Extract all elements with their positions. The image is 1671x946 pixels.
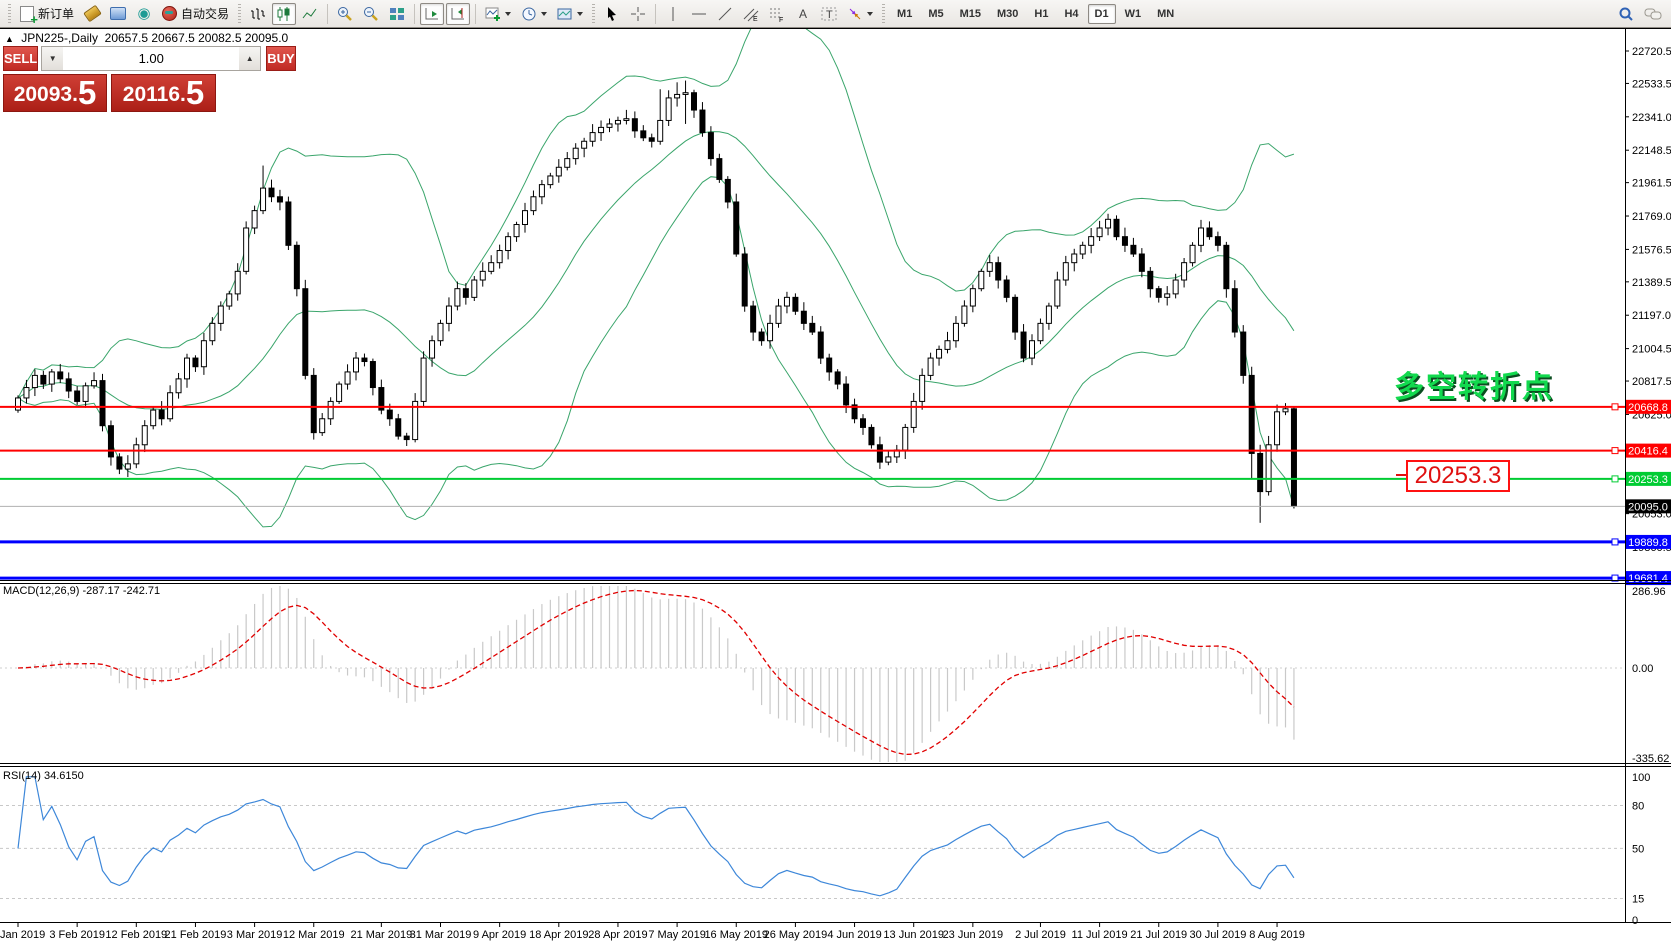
macd-main-value: -287.17 (82, 585, 119, 597)
svg-text:20095.0: 20095.0 (1628, 501, 1668, 513)
svg-text:3 Mar 2019: 3 Mar 2019 (227, 929, 283, 941)
macd-pane-label: MACD(12,26,9) -287.17 -242.71 (3, 585, 160, 597)
ohlc-open: 20657.5 (105, 31, 148, 45)
svg-text:30 Jul 2019: 30 Jul 2019 (1189, 929, 1246, 941)
rsi-value: 34.6150 (44, 770, 84, 782)
svg-text:12 Feb 2019: 12 Feb 2019 (105, 929, 167, 941)
svg-text:3 Feb 2019: 3 Feb 2019 (49, 929, 105, 941)
sell-button[interactable]: SELL (3, 46, 38, 71)
volume-decrease-button[interactable]: ▼ (42, 47, 63, 70)
svg-text:21 Jul 2019: 21 Jul 2019 (1130, 929, 1187, 941)
svg-text:2 Jul 2019: 2 Jul 2019 (1015, 929, 1066, 941)
svg-text:16 May 2019: 16 May 2019 (704, 929, 768, 941)
svg-text:22533.5: 22533.5 (1632, 78, 1671, 90)
chart-title: ▲ JPN225-,Daily 20657.5 20667.5 20082.5 … (5, 31, 288, 45)
svg-text:22148.5: 22148.5 (1632, 145, 1671, 157)
svg-text:28 Apr 2019: 28 Apr 2019 (588, 929, 647, 941)
svg-text:20416.4: 20416.4 (1628, 446, 1668, 458)
svg-text:4 Jan 2019: 4 Jan 2019 (0, 929, 45, 941)
svg-text:26 May 2019: 26 May 2019 (764, 929, 828, 941)
svg-text:0.00: 0.00 (1632, 663, 1653, 675)
turning-point-annotation[interactable]: 多空转折点 (1394, 362, 1554, 406)
ohlc-low: 20082.5 (198, 31, 241, 45)
sell-price-frac: 5 (78, 76, 96, 110)
one-click-trade-panel: SELL ▼ ▲ BUY 20093.5 20116.5 (3, 46, 219, 112)
svg-text:100: 100 (1632, 772, 1650, 784)
mt4-window: 新订单 ◉ 自动交易 (0, 0, 1671, 946)
svg-text:21961.5: 21961.5 (1632, 178, 1671, 190)
svg-text:23 Jun 2019: 23 Jun 2019 (943, 929, 1004, 941)
svg-text:21 Mar 2019: 21 Mar 2019 (350, 929, 412, 941)
rsi-pane-label: RSI(14) 34.6150 (3, 770, 84, 782)
buy-price-frac: 5 (186, 76, 204, 110)
svg-text:80: 80 (1632, 800, 1644, 812)
buy-price-main: 20116 (123, 80, 180, 110)
ohlc-high: 20667.5 (151, 31, 194, 45)
svg-text:21004.5: 21004.5 (1632, 344, 1671, 356)
svg-text:20668.8: 20668.8 (1628, 402, 1668, 414)
buy-price-display: 20116.5 (111, 74, 216, 112)
svg-text:0: 0 (1632, 915, 1638, 927)
svg-text:21 Feb 2019: 21 Feb 2019 (165, 929, 227, 941)
symbol-name: JPN225-,Daily (21, 31, 98, 45)
rsi-name: RSI(14) (3, 770, 41, 782)
svg-text:18 Apr 2019: 18 Apr 2019 (529, 929, 588, 941)
volume-increase-button[interactable]: ▲ (239, 47, 260, 70)
svg-text:4 Jun 2019: 4 Jun 2019 (827, 929, 881, 941)
ohlc-close: 20095.0 (245, 31, 288, 45)
svg-text:15: 15 (1632, 894, 1644, 906)
svg-text:21769.0: 21769.0 (1632, 211, 1671, 223)
buy-button[interactable]: BUY (266, 46, 295, 71)
volume-stepper: ▼ ▲ (41, 46, 261, 71)
svg-text:21389.5: 21389.5 (1632, 277, 1671, 289)
price-callout-box[interactable]: 20253.3 (1406, 460, 1510, 492)
svg-text:21576.5: 21576.5 (1632, 244, 1671, 256)
sell-price-main: 20093 (14, 80, 72, 110)
svg-text:50: 50 (1632, 843, 1644, 855)
macd-signal-value: -242.71 (123, 585, 160, 597)
svg-text:13 Jun 2019: 13 Jun 2019 (883, 929, 944, 941)
svg-text:7 May 2019: 7 May 2019 (648, 929, 705, 941)
svg-text:20253.3: 20253.3 (1628, 474, 1668, 486)
svg-text:8 Aug 2019: 8 Aug 2019 (1249, 929, 1305, 941)
macd-name: MACD(12,26,9) (3, 585, 79, 597)
svg-text:12 Mar 2019: 12 Mar 2019 (283, 929, 345, 941)
sell-price-display: 20093.5 (3, 74, 107, 112)
svg-text:21197.0: 21197.0 (1632, 310, 1671, 322)
svg-text:31 Mar 2019: 31 Mar 2019 (410, 929, 472, 941)
volume-input[interactable] (63, 47, 239, 70)
svg-text:22341.0: 22341.0 (1632, 112, 1671, 124)
svg-text:9 Apr 2019: 9 Apr 2019 (473, 929, 526, 941)
svg-text:286.96: 286.96 (1632, 586, 1666, 598)
svg-text:20817.5: 20817.5 (1632, 376, 1671, 388)
svg-text:22720.5: 22720.5 (1632, 46, 1671, 58)
svg-text:19889.8: 19889.8 (1628, 537, 1668, 549)
collapse-arrow-icon[interactable]: ▲ (5, 34, 14, 44)
svg-text:11 Jul 2019: 11 Jul 2019 (1072, 929, 1128, 941)
